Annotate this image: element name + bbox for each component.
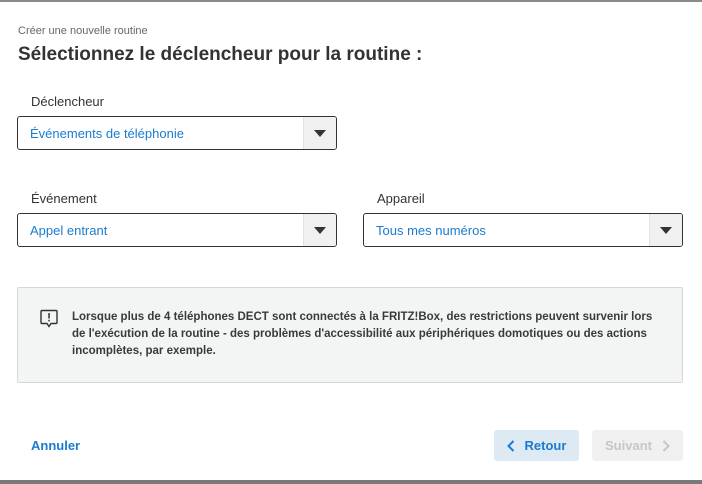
chevron-right-icon — [662, 439, 670, 452]
event-label: Événement — [31, 191, 97, 206]
top-border — [0, 0, 702, 2]
cancel-link[interactable]: Annuler — [31, 438, 80, 453]
chevron-down-icon[interactable] — [303, 117, 336, 149]
bottom-border — [0, 480, 702, 484]
page-title: Sélectionnez le déclencheur pour la rout… — [18, 44, 423, 65]
event-select-value: Appel entrant — [30, 222, 108, 238]
back-button[interactable]: Retour — [494, 430, 579, 461]
next-button-label: Suivant — [605, 438, 652, 453]
device-select[interactable]: Tous mes numéros — [363, 213, 683, 247]
event-select[interactable]: Appel entrant — [17, 213, 337, 247]
chevron-down-icon[interactable] — [649, 214, 682, 246]
chevron-down-icon[interactable] — [303, 214, 336, 246]
device-select-value: Tous mes numéros — [376, 222, 486, 238]
next-button[interactable]: Suivant — [592, 430, 683, 461]
back-button-label: Retour — [524, 438, 567, 453]
dialog-subtitle: Créer une nouvelle routine — [18, 25, 148, 37]
exclamation-speech-icon — [40, 309, 58, 334]
info-box: Lorsque plus de 4 téléphones DECT sont c… — [17, 287, 683, 383]
trigger-select-value: Événements de téléphonie — [30, 125, 184, 141]
info-text: Lorsque plus de 4 téléphones DECT sont c… — [72, 311, 653, 357]
trigger-label: Déclencheur — [31, 94, 104, 109]
chevron-left-icon — [506, 439, 515, 452]
trigger-select[interactable]: Événements de téléphonie — [17, 116, 337, 150]
device-label: Appareil — [377, 191, 425, 206]
